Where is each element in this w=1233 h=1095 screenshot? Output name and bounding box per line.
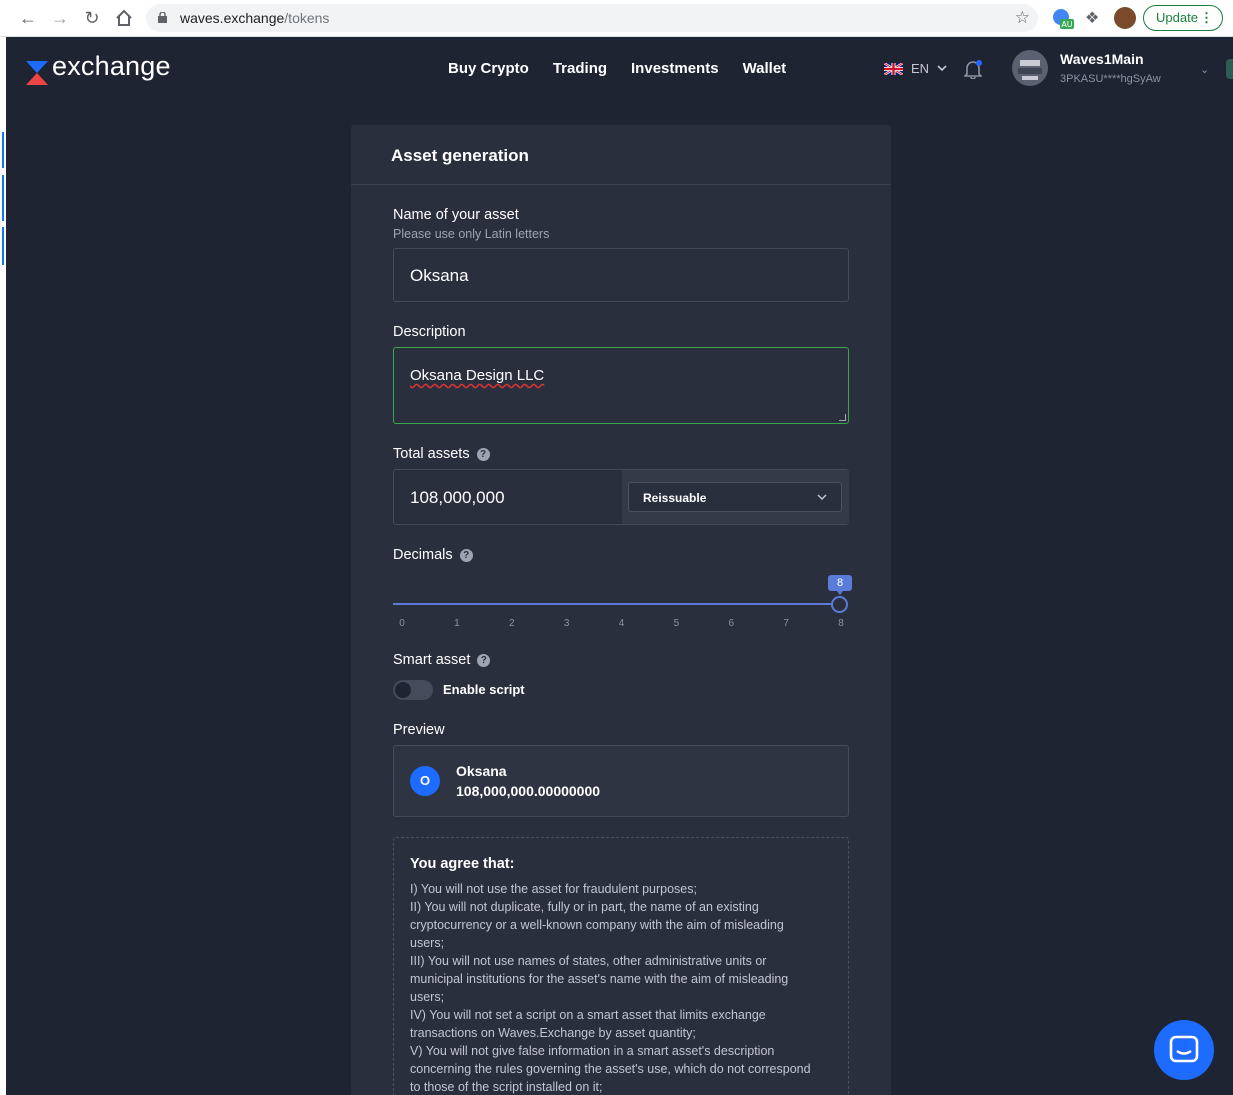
home-icon[interactable] xyxy=(114,8,134,28)
nav-wallet[interactable]: Wallet xyxy=(743,60,787,77)
help-icon[interactable]: ? xyxy=(477,653,491,667)
chevron-down-icon xyxy=(937,65,947,72)
agreement-line: V) You will not give false information i… xyxy=(410,1044,775,1058)
preview-asset-name: Oksana xyxy=(456,763,507,779)
url-text: waves.exchange/tokens xyxy=(180,10,330,26)
desktop-edge xyxy=(0,37,6,1095)
lock-icon xyxy=(158,12,167,23)
profile-avatar[interactable] xyxy=(1114,7,1136,29)
update-button[interactable]: Update ⋮ xyxy=(1143,5,1223,31)
total-assets-input[interactable]: 108,000,000 xyxy=(410,488,505,508)
agreement-title: You agree that: xyxy=(410,856,515,872)
main-nav: Buy Crypto Trading Investments Wallet xyxy=(448,60,786,77)
support-chat-button[interactable] xyxy=(1154,1020,1214,1080)
agreement-line: transactions on Waves.Exchange by asset … xyxy=(410,1026,696,1040)
description-label: Description xyxy=(393,324,466,340)
total-assets-label: Total assets ? xyxy=(393,446,490,462)
svg-text:AU: AU xyxy=(1061,20,1072,29)
agreement-line: I) You will not use the asset for fraudu… xyxy=(410,882,697,896)
agreement-box: You agree that: I) You will not use the … xyxy=(393,837,849,1095)
slider-tick: 6 xyxy=(728,618,735,629)
forward-icon[interactable]: → xyxy=(50,8,70,28)
slider-tick: 3 xyxy=(563,618,570,629)
name-hint: Please use only Latin letters xyxy=(393,227,550,241)
asset-name-input[interactable]: Oksana xyxy=(393,248,849,302)
notification-bell-icon[interactable] xyxy=(964,59,982,79)
slider-tick: 5 xyxy=(673,618,680,629)
slider-tick: 4 xyxy=(618,618,625,629)
preview-label: Preview xyxy=(393,722,445,738)
language-selector[interactable]: EN xyxy=(884,61,947,76)
decimals-slider[interactable] xyxy=(393,603,840,605)
slider-tick: 0 xyxy=(399,618,405,629)
avatar[interactable] xyxy=(1012,50,1048,86)
extension-au-icon[interactable]: AU xyxy=(1052,8,1076,30)
slider-tick: 2 xyxy=(508,618,515,629)
card-title: Asset generation xyxy=(351,125,891,185)
slider-value-bubble: 8 xyxy=(828,575,852,595)
waves-logo-icon[interactable] xyxy=(26,58,48,88)
browser-toolbar: ← → ↻ waves.exchange/tokens ☆ AU ❖ Updat… xyxy=(0,0,1233,37)
chevron-down-icon xyxy=(817,494,827,501)
account-name[interactable]: Waves1Main xyxy=(1060,51,1144,67)
agreement-line: municipal institutions for the asset's n… xyxy=(410,972,789,986)
agreement-line: cryptocurrency or a well-known company w… xyxy=(410,918,784,932)
chat-icon xyxy=(1169,1035,1199,1063)
account-address: 3PKASU****hgSyAw xyxy=(1060,73,1161,85)
help-icon[interactable]: ? xyxy=(459,548,473,562)
decimals-slider-thumb[interactable] xyxy=(831,596,848,613)
decimals-label: Decimals ? xyxy=(393,547,473,563)
agreement-line: concerning the rules governing the asset… xyxy=(410,1062,811,1076)
back-icon[interactable]: ← xyxy=(18,8,38,28)
reload-icon[interactable]: ↻ xyxy=(82,8,102,28)
agreement-line: users; xyxy=(410,990,445,1004)
smart-asset-label: Smart asset ? xyxy=(393,652,491,668)
name-label: Name of your asset xyxy=(393,207,519,223)
slider-tick: 7 xyxy=(783,618,789,629)
menu-dots-icon[interactable]: ⋮ xyxy=(1200,6,1213,30)
reissuable-select[interactable]: Reissuable xyxy=(628,482,842,512)
agreement-line: IV) You will not set a script on a smart… xyxy=(410,1008,766,1022)
resize-handle-icon[interactable] xyxy=(839,414,846,421)
slider-tick: 8 xyxy=(838,618,844,629)
nav-buy-crypto[interactable]: Buy Crypto xyxy=(448,60,529,77)
side-panel-tab[interactable] xyxy=(1226,59,1233,79)
total-assets-group: 108,000,000 Reissuable xyxy=(393,469,849,525)
description-textarea[interactable]: Oksana Design LLC xyxy=(393,347,849,424)
bookmark-star-icon[interactable]: ☆ xyxy=(1015,8,1030,28)
slider-tick: 1 xyxy=(454,618,460,629)
enable-script-label[interactable]: Enable script xyxy=(443,682,525,697)
address-bar[interactable]: waves.exchange/tokens ☆ xyxy=(146,4,1038,32)
help-icon[interactable]: ? xyxy=(476,447,490,461)
nav-investments[interactable]: Investments xyxy=(631,60,719,77)
preview-asset-amount: 108,000,000.00000000 xyxy=(456,783,601,799)
identicon-icon xyxy=(1018,60,1042,80)
asset-preview: O Oksana 108,000,000.00000000 xyxy=(393,745,849,817)
agreement-line: to those of the script installed on it; xyxy=(410,1080,603,1094)
app-header: exchange Buy Crypto Trading Investments … xyxy=(6,37,1233,103)
extensions-puzzle-icon[interactable]: ❖ xyxy=(1085,8,1099,28)
asset-generation-card: Asset generation Name of your asset Plea… xyxy=(351,125,891,1095)
nav-trading[interactable]: Trading xyxy=(553,60,607,77)
language-code: EN xyxy=(911,61,930,76)
asset-badge-icon: O xyxy=(410,766,440,796)
agreement-line: III) You will not use names of states, o… xyxy=(410,954,767,968)
enable-script-toggle[interactable] xyxy=(393,680,433,700)
logo-text[interactable]: exchange xyxy=(52,51,171,82)
uk-flag-icon xyxy=(884,62,903,75)
agreement-line: II) You will not duplicate, fully or in … xyxy=(410,900,759,914)
agreement-line: users; xyxy=(410,936,445,950)
account-chevron-icon[interactable]: ⌄ xyxy=(1200,63,1209,76)
